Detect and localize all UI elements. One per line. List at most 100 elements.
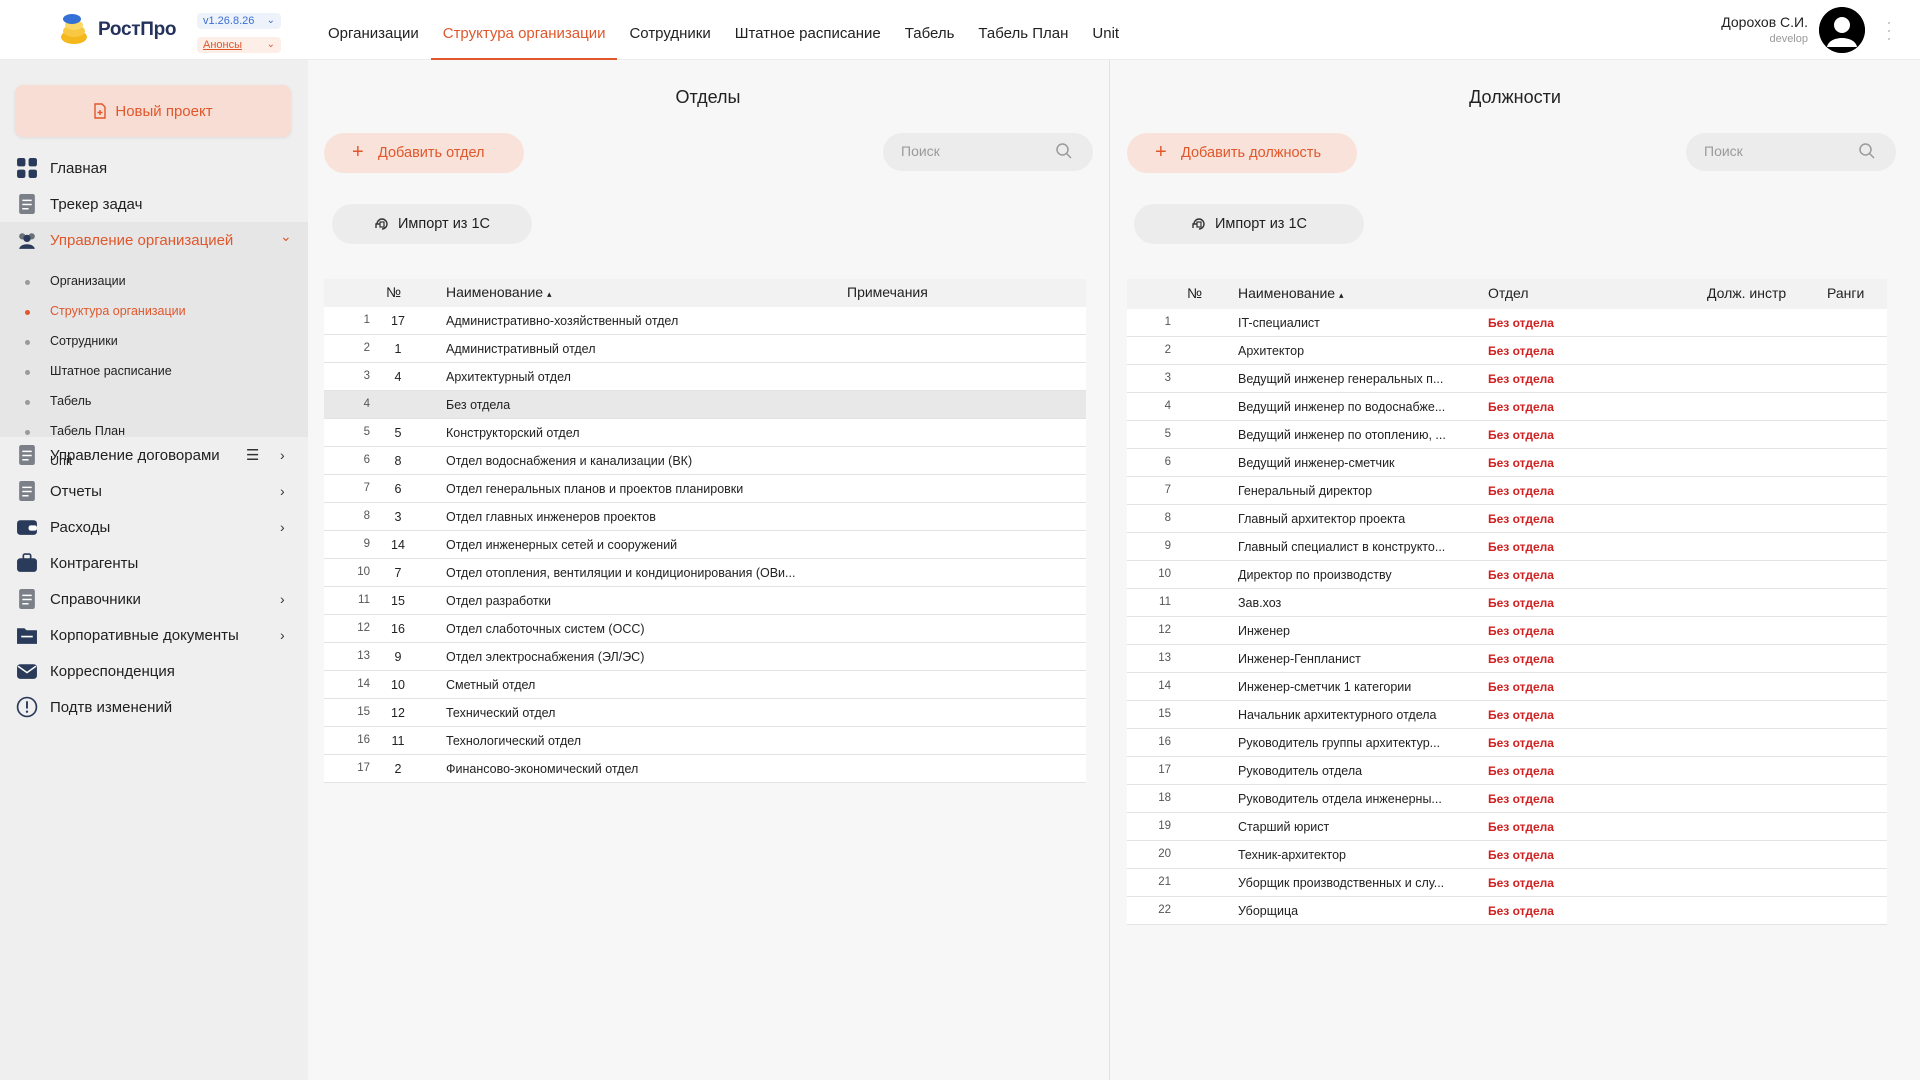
table-row[interactable]: 14 10 Сметный отдел xyxy=(324,671,1086,699)
table-row[interactable]: 18 Руководитель отдела инженерны... Без от… xyxy=(1127,785,1887,813)
table-row[interactable]: 16 11 Технологический отдел xyxy=(324,727,1086,755)
bullet-icon xyxy=(25,430,30,435)
table-row[interactable]: 7 6 Отдел генеральных планов и проектов пл… xyxy=(324,475,1086,503)
column-notes[interactable]: Примечания xyxy=(847,284,928,300)
sidebar-item[interactable]: Расходы › xyxy=(0,509,308,545)
topnav-item[interactable]: Структура организации xyxy=(430,0,618,60)
topnav-item[interactable]: Unit xyxy=(1080,0,1131,60)
column-name[interactable]: Наименование ▴ xyxy=(446,284,551,300)
sidebar-item[interactable]: Управление организацией ⌄ xyxy=(0,222,308,258)
topnav-item[interactable]: Штатное расписание xyxy=(723,0,893,60)
chevron-right-icon[interactable]: › xyxy=(280,447,285,463)
table-row[interactable]: 22 Уборщица Без отдела xyxy=(1127,897,1887,925)
department-name: Конструкторский отдел xyxy=(446,426,580,440)
column-name[interactable]: Наименование ▴ xyxy=(1238,285,1343,301)
chevron-right-icon[interactable]: › xyxy=(280,627,285,643)
sidebar-item[interactable]: Корреспонденция xyxy=(0,653,308,689)
table-row[interactable]: 2 Архитектор Без отдела xyxy=(1127,337,1887,365)
row-index: 15 xyxy=(1158,708,1171,720)
table-row[interactable]: 14 Инженер-сметчик 1 категории Без отдела xyxy=(1127,673,1887,701)
more-vertical-icon[interactable]: · · · xyxy=(1886,13,1892,47)
topnav-item[interactable]: Организации xyxy=(316,0,431,60)
sidebar-subitem[interactable]: Табель xyxy=(0,390,308,414)
table-row[interactable]: 9 14 Отдел инженерных сетей и сооружений xyxy=(324,531,1086,559)
column-ranks[interactable]: Ранги xyxy=(1827,285,1864,301)
table-row[interactable]: 12 16 Отдел слаботочных систем (ОСС) xyxy=(324,615,1086,643)
row-index: 6 xyxy=(363,454,370,466)
table-row[interactable]: 6 Ведущий инженер-сметчик Без отдела xyxy=(1127,449,1887,477)
table-row[interactable]: 13 9 Отдел электроснабжения (ЭЛ/ЭС) xyxy=(324,643,1086,671)
column-job-description[interactable]: Долж. инстр xyxy=(1707,285,1786,301)
table-row[interactable]: 8 Главный архитектор проекта Без отдела xyxy=(1127,505,1887,533)
chevron-right-icon[interactable]: › xyxy=(280,483,285,499)
chevron-down-icon[interactable]: ⌄ xyxy=(280,228,292,245)
topnav-item[interactable]: Табель План xyxy=(966,0,1080,60)
table-row[interactable]: 4 Ведущий инженер по водоснабже... Без отд… xyxy=(1127,393,1887,421)
topnav-item[interactable]: Табель xyxy=(893,0,967,60)
sidebar-item-label: Контрагенты xyxy=(50,554,139,572)
table-row[interactable]: 15 12 Технический отдел xyxy=(324,699,1086,727)
table-row[interactable]: 1 17 Административно-хозяйственный отдел xyxy=(324,307,1086,335)
department-name: Архитектурный отдел xyxy=(446,370,571,384)
table-row[interactable]: 5 Ведущий инженер по отоплению, ... Без от… xyxy=(1127,421,1887,449)
table-row[interactable]: 17 2 Финансово-экономический отдел xyxy=(324,755,1086,783)
sidebar-item[interactable]: Управление договорами ☰ › xyxy=(0,437,308,473)
column-department[interactable]: Отдел xyxy=(1488,285,1529,301)
chevron-right-icon[interactable]: › xyxy=(280,519,285,535)
column-number[interactable]: № xyxy=(1187,285,1202,301)
table-row[interactable]: 12 Инженер Без отдела xyxy=(1127,617,1887,645)
table-row[interactable]: 11 15 Отдел разработки xyxy=(324,587,1086,615)
table-row[interactable]: 3 4 Архитектурный отдел xyxy=(324,363,1086,391)
import-1c-button[interactable]: Импорт из 1С xyxy=(1134,204,1364,244)
list-icon[interactable]: ☰ xyxy=(246,446,259,464)
add-department-button[interactable]: + Добавить отдел xyxy=(324,133,524,173)
table-row[interactable]: 21 Уборщик производственных и слу... Без о… xyxy=(1127,869,1887,897)
table-row[interactable]: 8 3 Отдел главных инженеров проектов xyxy=(324,503,1086,531)
sidebar-subitem-label: Табель xyxy=(50,394,92,408)
table-row[interactable]: 6 8 Отдел водоснабжения и канализации (ВК) xyxy=(324,447,1086,475)
table-row[interactable]: 1 IT-специалист Без отдела xyxy=(1127,309,1887,337)
table-row[interactable]: 19 Старший юрист Без отдела xyxy=(1127,813,1887,841)
sidebar-subitem[interactable]: Организации xyxy=(0,270,308,294)
topnav-item[interactable]: Сотрудники xyxy=(617,0,722,60)
table-row[interactable]: 16 Руководитель группы архитектур... Без о… xyxy=(1127,729,1887,757)
sidebar-item[interactable]: Отчеты › xyxy=(0,473,308,509)
table-row[interactable]: 4 Без отдела xyxy=(324,391,1086,419)
sidebar-item[interactable]: Корпоративные документы › xyxy=(0,617,308,653)
table-row[interactable]: 3 Ведущий инженер генеральных п... Без отд… xyxy=(1127,365,1887,393)
sidebar-item[interactable]: Главная xyxy=(0,150,308,186)
sidebar-item-label: Расходы xyxy=(50,518,111,536)
column-number[interactable]: № xyxy=(386,284,401,300)
table-row[interactable]: 13 Инженер-Генпланист Без отдела xyxy=(1127,645,1887,673)
table-row[interactable]: 17 Руководитель отдела Без отдела xyxy=(1127,757,1887,785)
sidebar-item[interactable]: Справочники › xyxy=(0,581,308,617)
table-row[interactable]: 11 Зав.хоз Без отдела xyxy=(1127,589,1887,617)
new-project-button[interactable]: Новый проект xyxy=(15,85,291,137)
sidebar-subitem[interactable]: Структура организации xyxy=(0,300,308,324)
sidebar-item-label: Справочники xyxy=(50,590,141,608)
sidebar-item[interactable]: Контрагенты xyxy=(0,545,308,581)
announcements-dropdown[interactable]: Анонсы ⌄ xyxy=(197,37,281,53)
table-row[interactable]: 10 7 Отдел отопления, вентиляции и кондици… xyxy=(324,559,1086,587)
chevron-right-icon[interactable]: › xyxy=(280,591,285,607)
table-row[interactable]: 2 1 Административный отдел xyxy=(324,335,1086,363)
departments-search-input[interactable]: Поиск xyxy=(883,133,1093,171)
sidebar-item[interactable]: Подтв изменений xyxy=(0,689,308,725)
row-index: 17 xyxy=(1158,764,1171,776)
avatar[interactable] xyxy=(1819,7,1865,53)
table-row[interactable]: 7 Генеральный директор Без отдела xyxy=(1127,477,1887,505)
table-row[interactable]: 10 Директор по производству Без отдела xyxy=(1127,561,1887,589)
positions-search-input[interactable]: Поиск xyxy=(1686,133,1896,171)
sidebar-subitem[interactable]: Сотрудники xyxy=(0,330,308,354)
table-row[interactable]: 15 Начальник архитектурного отдела Без отд… xyxy=(1127,701,1887,729)
table-row[interactable]: 9 Главный специалист в конструкто... Без о… xyxy=(1127,533,1887,561)
user-name[interactable]: Дорохов С.И. xyxy=(1721,14,1808,30)
row-index: 14 xyxy=(1158,680,1171,692)
add-position-button[interactable]: + Добавить должность xyxy=(1127,133,1357,173)
sidebar-item[interactable]: Трекер задач xyxy=(0,186,308,222)
table-row[interactable]: 5 5 Конструкторский отдел xyxy=(324,419,1086,447)
sidebar-subitem[interactable]: Штатное расписание xyxy=(0,360,308,384)
version-dropdown[interactable]: v1.26.8.26 ⌄ xyxy=(197,13,281,29)
table-row[interactable]: 20 Техник-архитектор Без отдела xyxy=(1127,841,1887,869)
import-1c-button[interactable]: Импорт из 1С xyxy=(332,204,532,244)
